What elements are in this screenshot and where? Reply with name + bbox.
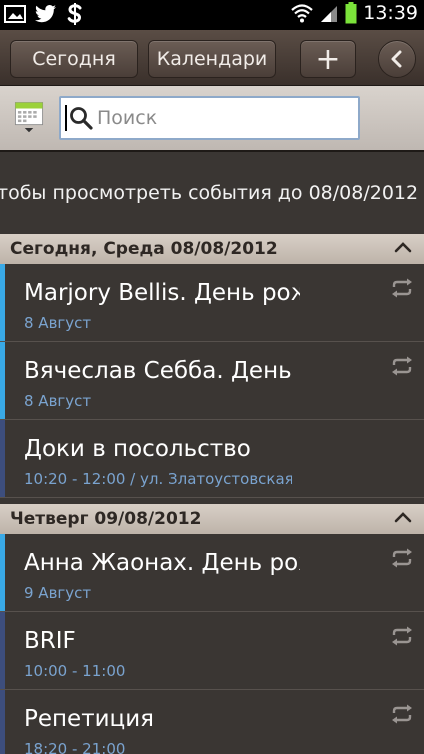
action-bar: Сегодня Календари +	[0, 30, 424, 86]
text-cursor	[65, 105, 67, 131]
calendar-color-bar	[0, 264, 5, 341]
chevron-up-icon[interactable]	[394, 240, 412, 254]
photo-icon	[4, 5, 26, 23]
event-item[interactable]: Marjory Bellis. День рождения 8 Август	[0, 264, 424, 342]
calendar-color-bar	[0, 342, 5, 419]
event-title: Анна Жаонах. День рождения	[24, 550, 300, 576]
search-input[interactable]	[97, 107, 337, 129]
day-header[interactable]: Четверг 09/08/2012	[0, 504, 424, 534]
repeat-icon	[392, 704, 412, 724]
event-item[interactable]: Вячеслав Себба. День рождения 8 Август	[0, 342, 424, 420]
event-item[interactable]: Анна Жаонах. День рождения 9 Август	[0, 534, 424, 612]
event-title: Репетиция	[24, 706, 154, 732]
day-header[interactable]: Сегодня, Среда 08/08/2012	[0, 234, 424, 264]
search-bar	[0, 86, 424, 152]
calendar-color-bar	[0, 612, 5, 689]
day-header-label: Сегодня, Среда 08/08/2012	[10, 239, 278, 259]
wifi-icon	[291, 4, 313, 23]
event-title: Marjory Bellis. День рождения	[24, 280, 300, 306]
repeat-icon	[392, 278, 412, 298]
calendar-color-bar	[0, 690, 5, 754]
twitter-icon	[35, 5, 56, 23]
back-button[interactable]	[378, 40, 416, 78]
event-subtitle: 8 Август	[24, 314, 92, 332]
dollar-icon	[67, 3, 82, 25]
event-item[interactable]: BRIF 10:00 - 11:00	[0, 612, 424, 690]
signal-icon	[321, 6, 338, 22]
repeat-icon	[392, 626, 412, 646]
load-earlier-hint[interactable]: Чтобы просмотреть события до 08/08/2012	[0, 152, 424, 234]
today-button[interactable]: Сегодня	[10, 40, 138, 78]
event-subtitle: 8 Август	[24, 392, 92, 410]
repeat-icon	[392, 356, 412, 376]
event-subtitle: 18:20 - 21:00	[24, 740, 126, 754]
search-field[interactable]	[59, 96, 360, 140]
event-item[interactable]: Доки в посольство 10:20 - 12:00 / ул. Зл…	[0, 420, 424, 498]
event-item[interactable]: Репетиция 18:20 - 21:00	[0, 690, 424, 754]
repeat-icon	[392, 548, 412, 568]
battery-icon	[345, 2, 357, 24]
hint-text: Чтобы просмотреть события до 08/08/2012	[0, 182, 419, 204]
event-subtitle: 10:20 - 12:00 / ул. Златоустовская	[24, 470, 292, 488]
add-event-button[interactable]: +	[300, 40, 356, 78]
event-subtitle: 10:00 - 11:00	[24, 662, 126, 680]
status-time: 13:39	[363, 2, 418, 24]
calendar-icon[interactable]	[12, 100, 46, 134]
calendar-color-bar	[0, 420, 5, 497]
event-subtitle: 9 Август	[24, 584, 92, 602]
event-title: Вячеслав Себба. День рождения	[24, 358, 300, 384]
calendars-button[interactable]: Календари	[148, 40, 276, 78]
calendar-color-bar	[0, 534, 5, 611]
event-title: BRIF	[24, 628, 76, 654]
event-title: Доки в посольство	[24, 436, 251, 462]
search-icon	[70, 107, 93, 130]
day-header-label: Четверг 09/08/2012	[10, 509, 202, 529]
chevron-up-icon[interactable]	[394, 510, 412, 524]
chevron-left-icon	[391, 50, 402, 68]
status-bar: 13:39	[0, 0, 424, 30]
